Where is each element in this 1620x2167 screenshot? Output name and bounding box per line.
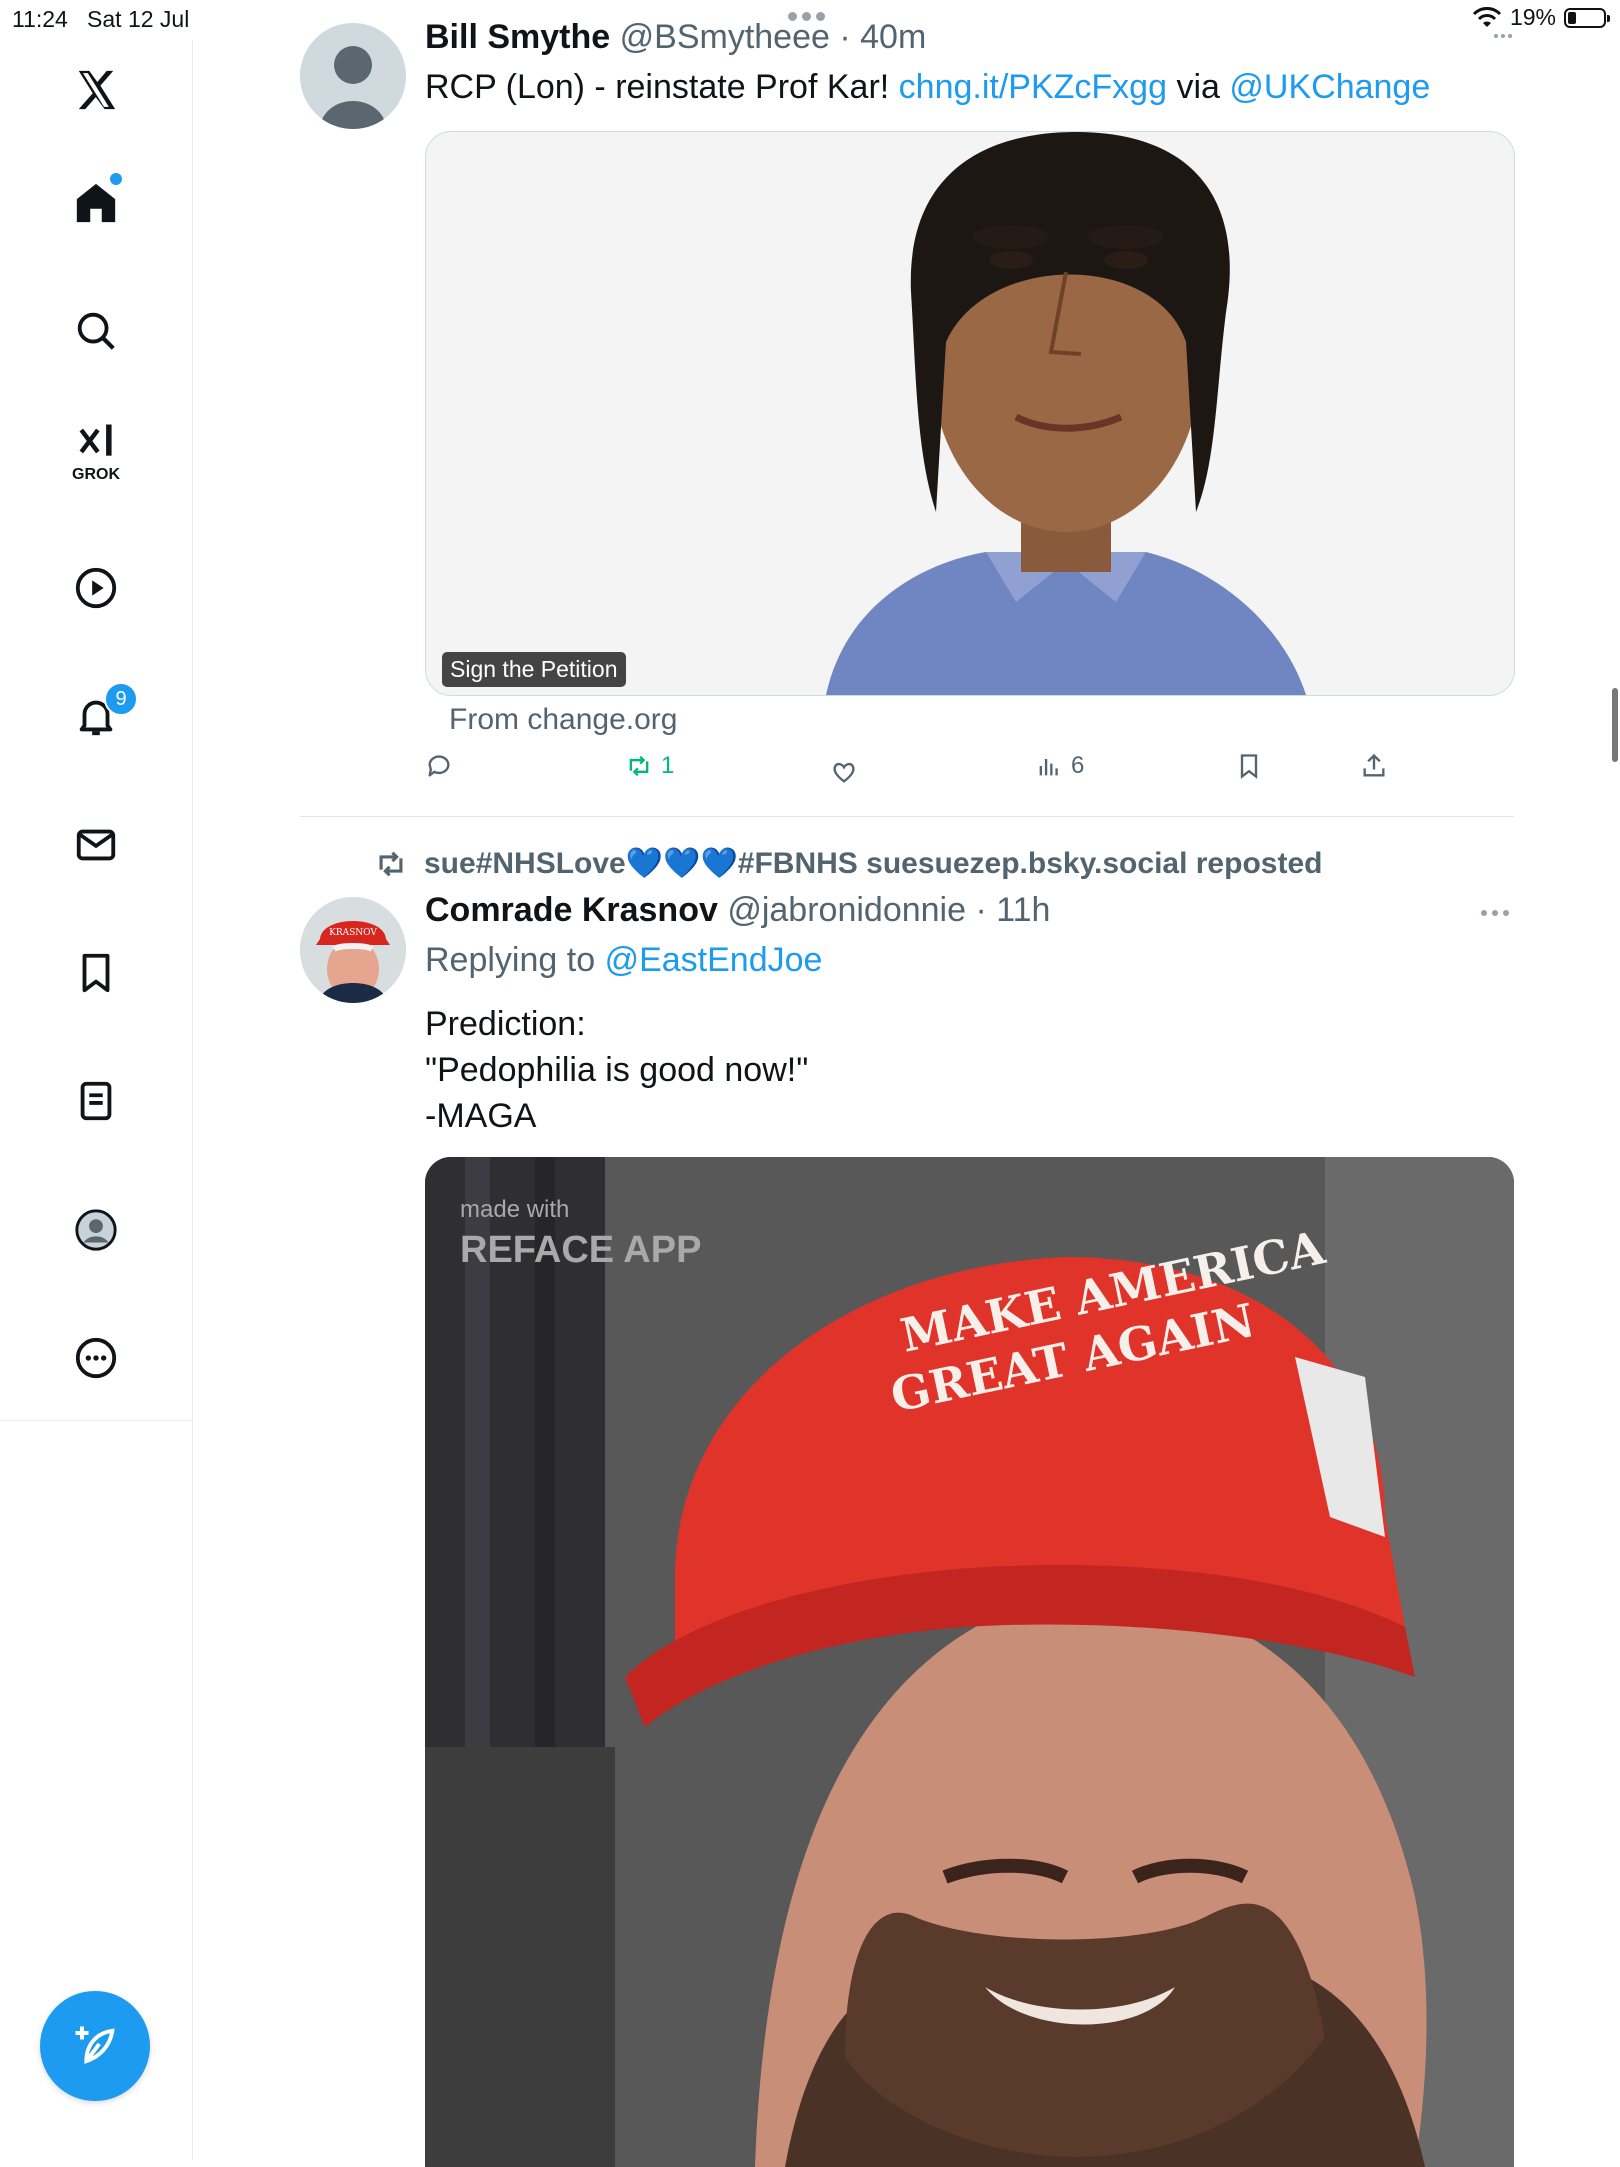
compose-icon	[75, 2026, 115, 2064]
home-icon[interactable]	[56, 163, 136, 243]
tweet1-like-button[interactable]	[830, 758, 858, 786]
tweet2-header: Comrade Krasnov @jabronidonnie · 11h	[425, 891, 1051, 929]
window-dots-icon	[1494, 34, 1512, 38]
grok-icon[interactable]: GROK	[56, 410, 136, 490]
video-icon[interactable]	[56, 548, 136, 628]
tweet1-card-source: From change.org	[449, 703, 678, 736]
tweet1-avatar[interactable]	[300, 23, 406, 129]
tweet2-text-line: -MAGA	[425, 1097, 537, 1135]
tweet1-via: via	[1176, 68, 1220, 106]
tweet1-reply-button[interactable]	[425, 752, 453, 780]
notifications-icon[interactable]: 9	[56, 676, 138, 756]
tweet1-text-body: RCP (Lon) - reinstate Prof Kar!	[425, 68, 890, 106]
tweet1-actions: 1 6	[425, 752, 1425, 792]
tweet2-time[interactable]: 11h	[996, 891, 1050, 929]
battery-icon	[1564, 7, 1610, 28]
retweet-icon	[629, 755, 649, 777]
tweet2-avatar-hat-text: KRASNOV	[329, 928, 377, 938]
tweet1-time[interactable]: 40m	[860, 18, 926, 56]
more-icon[interactable]	[56, 1318, 136, 1398]
tweet2-text: Prediction: "Pedophilia is good now!" -M…	[425, 1001, 808, 1139]
profile-icon[interactable]	[56, 1190, 136, 1270]
tweet2-media-image: MAKE AMERICA GREAT AGAIN made with REFAC…	[425, 1157, 1514, 2167]
home-unread-dot	[110, 173, 122, 185]
sidebar: GROK 9	[0, 40, 193, 2160]
tweet1-retweet-button[interactable]: 1	[625, 752, 674, 780]
search-icon[interactable]	[56, 291, 136, 371]
tweet1-views-count: 6	[1071, 752, 1085, 779]
tweet1-author-name[interactable]: Bill Smythe	[425, 18, 610, 56]
scrollbar[interactable]	[1612, 688, 1618, 762]
reply-icon	[428, 755, 450, 777]
grok-label: GROK	[72, 466, 120, 483]
views-icon	[1039, 759, 1058, 776]
share-icon	[1363, 753, 1385, 777]
x-logo-icon[interactable]	[56, 50, 136, 130]
tweet2-author-name[interactable]: Comrade Krasnov	[425, 891, 718, 929]
tweet2-replying-prefix: Replying to	[425, 941, 596, 979]
tweet1-card-badge: Sign the Petition	[442, 652, 626, 687]
retweet-icon	[379, 851, 403, 876]
messages-icon[interactable]	[56, 805, 136, 885]
tweet2-text-line: Prediction:	[425, 1005, 586, 1043]
tweet2-text-line: "Pedophilia is good now!"	[425, 1051, 809, 1089]
tweet1-text: RCP (Lon) - reinstate Prof Kar! chng.it/…	[425, 68, 1430, 107]
bookmark-icon	[1240, 754, 1258, 779]
tweet2-media[interactable]: MAKE AMERICA GREAT AGAIN made with REFAC…	[425, 1157, 1514, 2167]
tweet2-replying-mention[interactable]: @EastEndJoe	[605, 941, 823, 979]
lists-icon[interactable]	[56, 1061, 136, 1141]
tweet2-handle[interactable]: @jabronidonnie	[727, 891, 966, 929]
tweet1-retweet-count: 1	[661, 752, 675, 779]
tweet1-link[interactable]: chng.it/PKZcFxgg	[899, 68, 1167, 106]
sidebar-divider	[0, 1420, 192, 1421]
tweet-divider	[300, 816, 1514, 817]
tweet1-bookmark-button[interactable]	[1235, 752, 1263, 780]
tweet2-repost-indicator[interactable]: sue#NHSLove💙💙💙#FBNHS suesuezep.bsky.soci…	[374, 846, 1322, 881]
tweet1-card-image	[426, 132, 1514, 695]
tweet2-repost-text: sue#NHSLove💙💙💙#FBNHS suesuezep.bsky.soci…	[424, 847, 1323, 880]
heart-icon	[833, 762, 855, 783]
tweet1-link-card[interactable]: Sign the Petition	[425, 131, 1515, 696]
tweet2-watermark-line2: REFACE APP	[460, 1229, 701, 1271]
wifi-icon	[1472, 6, 1502, 27]
bookmarks-icon[interactable]	[56, 933, 136, 1013]
status-right: 19%	[1472, 4, 1610, 31]
notifications-badge: 9	[104, 682, 138, 716]
compose-button[interactable]	[40, 1991, 150, 2101]
tweet2-watermark-line1: made with	[460, 1196, 569, 1223]
tweet2-replying-line: Replying to @EastEndJoe	[425, 941, 822, 980]
tweet2-avatar[interactable]: KRASNOV	[300, 897, 406, 1003]
battery-percent: 19%	[1509, 4, 1556, 30]
status-time: 11:24 Sat 12 Jul	[12, 6, 190, 32]
tweet1-handle[interactable]: @BSmytheee	[620, 18, 830, 56]
tweet1-mention[interactable]: @UKChange	[1229, 68, 1430, 106]
tweet1-share-button[interactable]	[1360, 752, 1388, 780]
tweet2-more-icon[interactable]	[1475, 903, 1515, 923]
tweet1-views-button[interactable]: 6	[1035, 752, 1084, 780]
tweet1-header: Bill Smythe @BSmytheee · 40m	[425, 18, 927, 56]
